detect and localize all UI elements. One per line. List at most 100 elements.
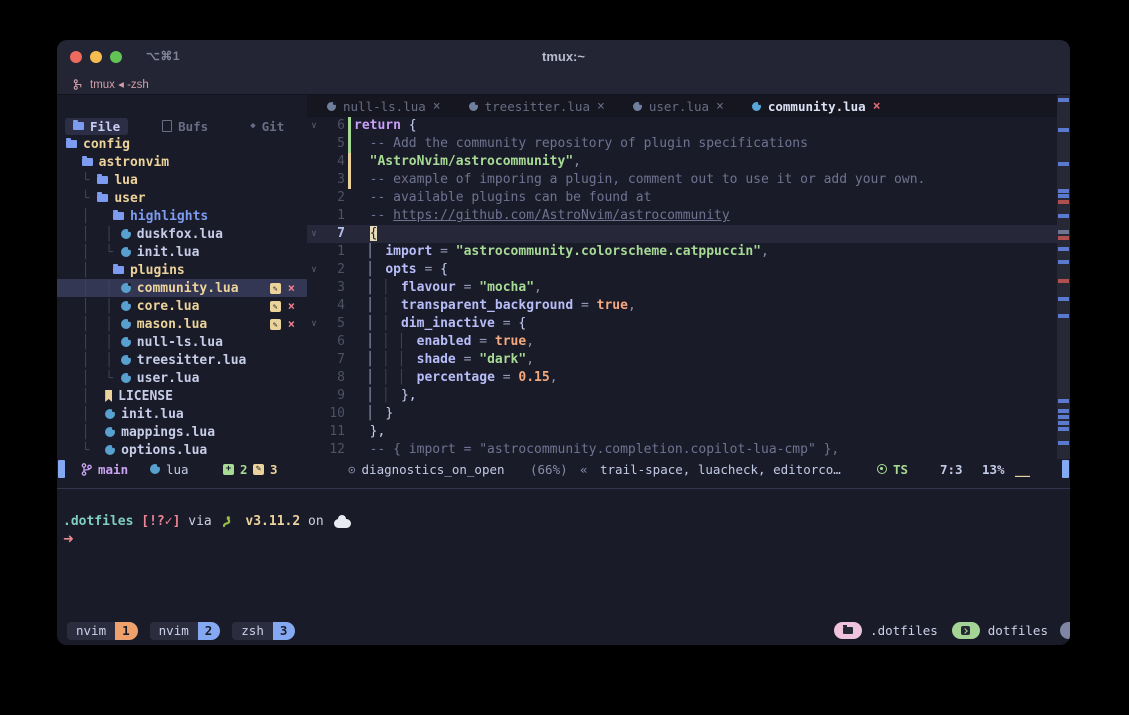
code-line[interactable]: 2 -- available plugins can be found at [307,189,1057,207]
tree-item-lua[interactable]: └ lua [57,171,307,189]
code-line[interactable]: 3 ▏ ▏ flavour = "mocha", [307,279,1057,297]
tree-item-treesitter.lua[interactable]: │ │ treesitter.lua [57,351,307,369]
scroll-mark [1058,279,1069,283]
fold-column [307,189,321,207]
code-line[interactable]: 10 ▏ } [307,405,1057,423]
code-line[interactable]: ∨7 { [307,225,1057,243]
code-line[interactable]: 1 -- https://github.com/AstroNvim/astroc… [307,207,1057,225]
fold-column [307,369,321,387]
tmux-session-.dotfiles[interactable]: .dotfiles [834,622,938,639]
lua-file-icon [633,102,642,111]
tree-item-duskfox.lua[interactable]: │ │ duskfox.lua [57,225,307,243]
close-icon[interactable]: × [873,99,881,114]
sidebar-tab-bufs[interactable]: Bufs [154,118,216,135]
code-segment: = [495,370,518,385]
code-area[interactable]: ∨6return {5 -- Add the community reposit… [307,117,1057,459]
code-line[interactable]: 12 -- { import = "astrocommunity.complet… [307,441,1057,459]
line-number: 1 [321,243,345,261]
code-segment [393,316,401,331]
code-text: -- Add the community repository of plugi… [354,135,808,153]
code-line[interactable]: 1 ▏ import = "astrocommunity.colorscheme… [307,243,1057,261]
close-icon[interactable]: × [433,99,441,114]
scroll-mark [1058,415,1069,419]
code-line[interactable]: 4 "AstroNvim/astrocommunity", [307,153,1057,171]
code-segment: "dark" [479,352,526,367]
code-text: ▏ } [354,405,393,423]
tree-item-core.lua[interactable]: │ │ core.lua✎× [57,297,307,315]
tmux-window-zsh-3[interactable]: zsh3 [232,622,295,640]
code-line[interactable]: ∨6return { [307,117,1057,135]
lua-file-icon [327,102,336,111]
git-sign [345,225,354,243]
tmux-status-bar: nvim1 nvim2 zsh3 .dotfiles dotfiles [57,620,1070,641]
tree-item-LICENSE[interactable]: │ LICENSE [57,387,307,405]
tree-item-mason.lua[interactable]: │ │ mason.lua✎× [57,315,307,333]
close-icon[interactable]: × [288,317,295,331]
buffer-tab-community.lua[interactable]: community.lua× [738,95,895,117]
tree-item-null-ls.lua[interactable]: │ │ null-ls.lua [57,333,307,351]
close-icon[interactable]: × [597,99,605,114]
code-text: return { [354,117,417,135]
code-segment [354,406,370,421]
buffer-tab-user.lua[interactable]: user.lua× [619,95,738,117]
tree-item-init.lua[interactable]: │ └ init.lua [57,243,307,261]
tmux-window-nvim-1[interactable]: nvim1 [67,622,138,640]
code-line[interactable]: ∨5 ▏ ▏ dim_inactive = { [307,315,1057,333]
tree-guide: └ [66,191,97,206]
code-line[interactable]: 7 ▏ ▏ ▏ shade = "dark", [307,351,1057,369]
code-line[interactable]: 4 ▏ ▏ transparent_background = true, [307,297,1057,315]
lua-file-icon [105,445,115,455]
tree-item-user.lua[interactable]: │ └ user.lua [57,369,307,387]
editor-pane[interactable]: null-ls.lua×treesitter.lua×user.lua×comm… [307,95,1057,459]
lua-file-icon [121,229,131,239]
code-segment: dim_inactive [401,316,495,331]
git-sign [345,171,354,189]
tree-guide: │ │ [66,335,121,350]
code-text: -- available plugins can be found at [354,189,651,207]
tree-item-label: null-ls.lua [137,335,223,350]
code-line[interactable]: 6 ▏ ▏ ▏ enabled = true, [307,333,1057,351]
code-segment: ▏ [385,316,393,331]
code-line[interactable]: 3 -- example of imporing a plugin, comme… [307,171,1057,189]
shell-pane[interactable]: .dotfiles [!?✓] via v3.11.2 on [57,489,1070,620]
code-segment: -- [354,208,393,223]
tree-item-mappings.lua[interactable]: │ mappings.lua [57,423,307,441]
fold-column [307,405,321,423]
sidebar-tab-git[interactable]: ◆Git [242,118,292,135]
code-line[interactable]: 9 ▏ ▏ }, [307,387,1057,405]
code-line[interactable]: 5 -- Add the community repository of plu… [307,135,1057,153]
tree-item-plugins[interactable]: │ plugins [57,261,307,279]
tree-item-highlights[interactable]: │ highlights [57,207,307,225]
tree-item-init.lua[interactable]: │ init.lua [57,405,307,423]
close-icon[interactable]: × [288,299,295,313]
branch-name: main [98,462,128,477]
prompt-input-line[interactable]: ➜ [63,531,1070,549]
tmux-windows: nvim1 nvim2 zsh3 [67,622,307,640]
file-icon [162,120,172,132]
scroll-mark [1058,409,1069,413]
line-number: 9 [321,387,345,405]
fold-column [307,135,321,153]
close-icon[interactable]: × [716,99,724,114]
git-sign [345,387,354,405]
buffer-tab-null-ls.lua[interactable]: null-ls.lua× [313,95,455,117]
tree-item-community.lua[interactable]: │ │ community.lua✎× [57,279,307,297]
tmux-window-nvim-2[interactable]: nvim2 [150,622,221,640]
code-segment [354,298,370,313]
sidebar-tab-file[interactable]: File [65,118,128,135]
close-icon[interactable]: × [288,281,295,295]
tree-item-user[interactable]: └ user [57,189,307,207]
terminal-tab-bar[interactable]: tmux ◂ -zsh [57,74,1070,95]
tree-item-astronvim[interactable]: astronvim [57,153,307,171]
tree-item-options.lua[interactable]: └ options.lua [57,441,307,459]
tree-item-config[interactable]: config [57,135,307,153]
git-sign [345,441,354,459]
fold-column [307,279,321,297]
code-line[interactable]: 11 }, [307,423,1057,441]
line-number: 11 [321,423,345,441]
scrollbar[interactable] [1057,95,1070,459]
code-line[interactable]: ∨2 ▏ opts = { [307,261,1057,279]
tmux-session-dotfiles[interactable]: dotfiles [952,622,1048,639]
buffer-tab-treesitter.lua[interactable]: treesitter.lua× [455,95,619,117]
code-line[interactable]: 8 ▏ ▏ ▏ percentage = 0.15, [307,369,1057,387]
